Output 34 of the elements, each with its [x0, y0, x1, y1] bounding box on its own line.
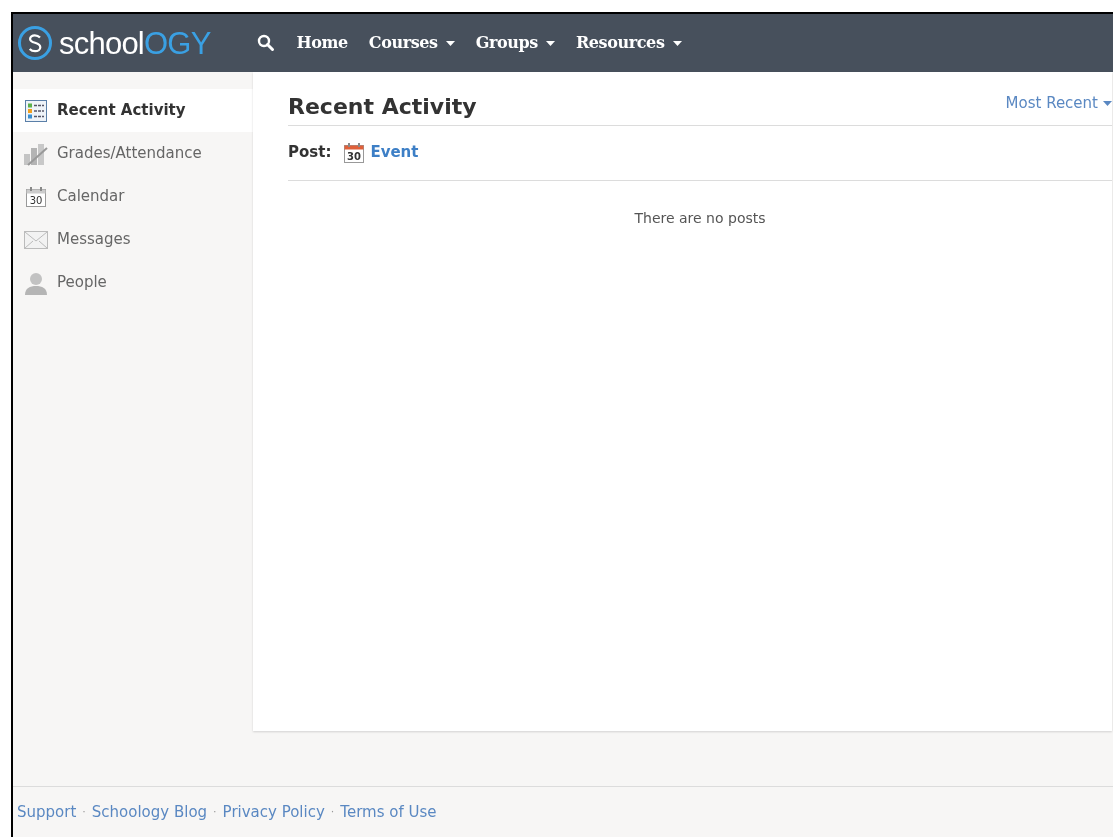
caret-icon: [672, 40, 682, 46]
nav-link[interactable]: Groups: [475, 31, 555, 55]
post-event-link[interactable]: 30 Event: [343, 141, 419, 164]
nav-link[interactable]: Resources: [575, 31, 682, 55]
post-label: Post:: [288, 142, 332, 164]
list-icon: [25, 99, 47, 122]
calendar-icon: 30: [343, 141, 366, 164]
sidebar-item[interactable]: Grades/Attendance: [13, 132, 253, 175]
separator-dot: ·: [82, 803, 86, 820]
sort-dropdown[interactable]: Most Recent: [1005, 92, 1112, 115]
caret-icon: [545, 40, 555, 46]
separator-dot: ·: [330, 803, 335, 820]
search-icon[interactable]: [256, 34, 275, 52]
empty-message: There are no posts: [633, 208, 767, 228]
footer-link[interactable]: Terms of Use: [340, 800, 437, 824]
caret-icon: [1103, 100, 1112, 106]
nav-link[interactable]: Courses: [368, 31, 455, 55]
footer-link[interactable]: Privacy Policy: [222, 800, 325, 824]
footer-link[interactable]: Schoology Blog: [91, 800, 208, 824]
calendar-icon: 30: [25, 185, 47, 208]
separator-dot: ·: [213, 803, 217, 820]
sidebar-item[interactable]: Recent Activity: [13, 89, 253, 132]
sidebar-item[interactable]: 30 Calendar: [13, 175, 253, 218]
footer-link[interactable]: Support: [17, 800, 77, 824]
nav-link[interactable]: Home: [296, 31, 348, 55]
page-title: Recent Activity: [288, 93, 477, 121]
caret-icon: [445, 40, 455, 46]
sidebar-item[interactable]: Messages: [13, 218, 253, 261]
person-icon: [24, 270, 48, 295]
chart-icon: [23, 141, 49, 166]
logo-icon: [17, 25, 53, 61]
sidebar-item[interactable]: People: [13, 261, 253, 304]
logo-text: schoolOGY: [59, 27, 211, 59]
envelope-icon: [24, 230, 48, 249]
